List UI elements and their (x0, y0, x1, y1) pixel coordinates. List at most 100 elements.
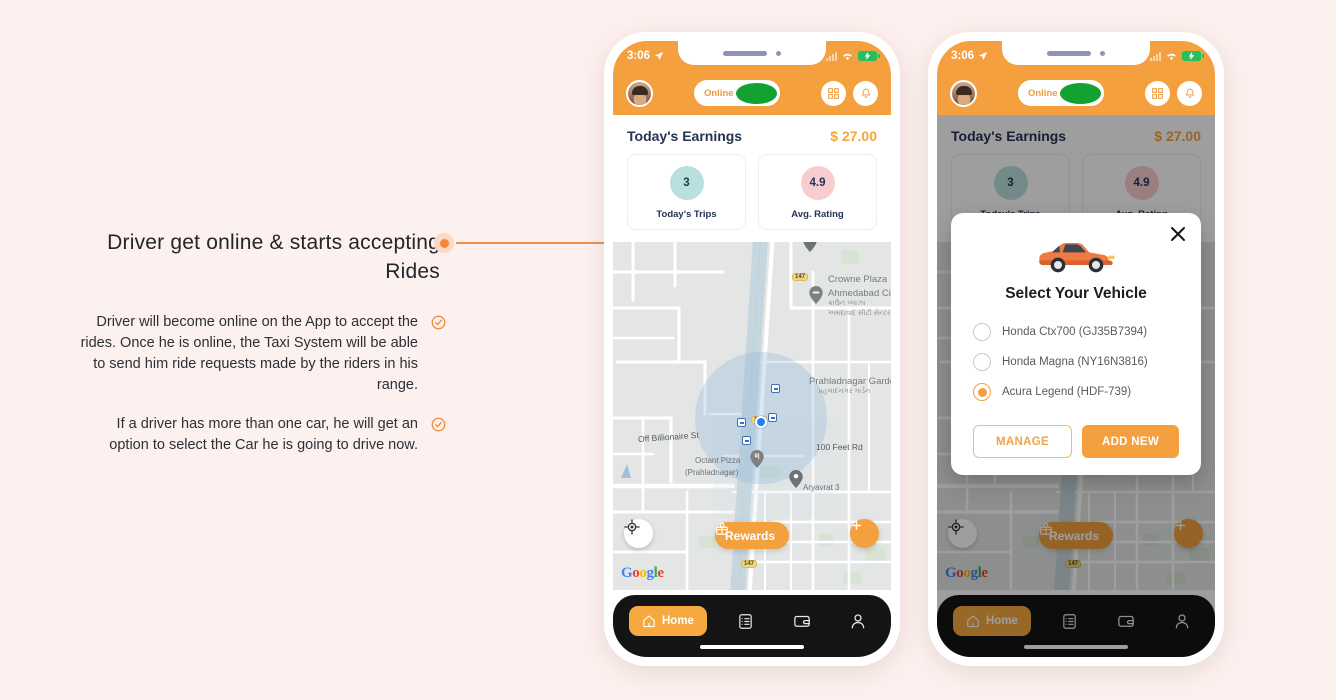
rewards-label: Rewards (724, 528, 776, 543)
person-icon (851, 614, 865, 629)
stat-value-trips: 3 (669, 166, 704, 200)
map-label-gujarati-3: પ્રહલાદનગર ગાર્ડન (818, 388, 871, 395)
wallet-icon (794, 615, 810, 627)
speaker-grille (723, 50, 767, 56)
rewards-button[interactable]: Rewards (714, 522, 790, 549)
annotation-bullet-1: Driver will become online on the App to … (80, 312, 446, 396)
map-pin-park (789, 470, 803, 488)
add-button[interactable] (850, 519, 879, 548)
poster-canvas: Driver get online & starts accepting Rid… (0, 0, 1336, 700)
status-time: 3:06 (951, 50, 975, 62)
nav-item-home[interactable]: Home (629, 606, 707, 636)
online-status-toggle[interactable]: Online (1018, 80, 1104, 106)
notifications-button[interactable] (1177, 80, 1202, 106)
orders-list-icon (739, 613, 753, 629)
online-status-toggle[interactable]: Online (694, 80, 780, 106)
vehicle-radio[interactable] (973, 353, 991, 371)
stats-row: 3 Today's Trips 4.9 Avg. Rating (613, 154, 891, 242)
notch (678, 41, 826, 65)
qr-code-button[interactable] (1145, 80, 1170, 106)
google-attribution: Google (621, 565, 664, 581)
battery-charging-icon (1182, 51, 1204, 61)
bell-icon (861, 88, 870, 98)
vehicle-label: Acura Legend (HDF-739) (1002, 386, 1132, 398)
map-view[interactable]: 147 147 147 Crowne Plaza Ahmedabad City … (613, 242, 891, 590)
signal-bars-icon (826, 51, 837, 61)
battery-charging-icon (858, 51, 880, 61)
status-bar: 3:06 (613, 41, 891, 71)
map-label-prahladnagar-garden: Prahladnagar Garden (809, 376, 891, 387)
modal-actions: MANAGE ADD NEW (951, 407, 1201, 458)
speaker-grille (1047, 50, 1091, 56)
manage-button[interactable]: MANAGE (973, 425, 1072, 458)
wifi-icon (843, 53, 852, 61)
phone-mockup-vehicle-modal: 3:06 Online Today's Earnings $ 27.00 3 4… (928, 32, 1224, 666)
notch (1002, 41, 1150, 65)
vehicle-option-row[interactable]: Honda Magna (NY16N3816) (951, 347, 1201, 377)
vehicle-radio-selected[interactable] (973, 383, 991, 401)
map-label-crowne-plaza: Crowne Plaza (828, 274, 888, 285)
modal-title: Select Your Vehicle (1005, 285, 1147, 302)
recenter-location-button[interactable] (624, 519, 653, 548)
status-bar-left: 3:06 (951, 50, 988, 62)
page-title: Driver get online & starts accepting Rid… (107, 231, 440, 283)
phone-screen: 3:06 Online (937, 41, 1215, 657)
nav-item-profile[interactable] (841, 606, 875, 636)
avatar[interactable] (626, 79, 653, 107)
location-arrow-icon (654, 51, 664, 61)
map-label-gujarati-2: અમદાવાદ સીટી સેન્ટર (828, 310, 891, 317)
online-label: Online (703, 87, 734, 99)
earnings-value: $ 27.00 (830, 128, 877, 144)
transit-stop-icon (742, 436, 751, 445)
wifi-icon (1167, 53, 1176, 61)
annotation-bullet-2-text: If a driver has more than one car, he wi… (109, 416, 418, 453)
signal-bars-icon (1150, 51, 1161, 61)
annotation-block: Driver get online & starts accepting Rid… (80, 228, 446, 456)
status-bar-left: 3:06 (627, 50, 664, 62)
front-camera (1100, 50, 1105, 56)
app-header: Online (937, 71, 1215, 115)
stat-label-rating: Avg. Rating (791, 209, 844, 220)
nav-label-home: Home (662, 615, 694, 627)
close-button[interactable] (1169, 225, 1187, 243)
stat-label-trips: Today's Trips (656, 209, 717, 220)
earnings-summary: Today's Earnings $ 27.00 (613, 115, 891, 154)
add-new-button[interactable]: ADD NEW (1082, 425, 1179, 458)
stat-card-rating[interactable]: 4.9 Avg. Rating (758, 154, 877, 230)
transit-stop-icon (737, 418, 746, 427)
plus-icon (852, 521, 861, 530)
notifications-button[interactable] (853, 80, 878, 106)
bell-icon (1185, 88, 1194, 98)
vehicle-option-row[interactable]: Acura Legend (HDF-739) (951, 377, 1201, 407)
check-circle-icon (431, 417, 446, 432)
online-indicator-dot (735, 82, 777, 104)
phone-mockup-home: 3:06 Online Today's Earnings $ 27.00 3 T… (604, 32, 900, 666)
qr-code-button[interactable] (821, 80, 846, 106)
check-circle-icon (431, 315, 446, 330)
stat-card-trips[interactable]: 3 Today's Trips (627, 154, 746, 230)
phone-screen: 3:06 Online (613, 41, 891, 657)
status-bar-right (1150, 51, 1204, 61)
annotation-bullet-2: If a driver has more than one car, he wi… (80, 414, 446, 456)
qr-code-icon (828, 87, 839, 99)
nav-item-wallet[interactable] (785, 606, 819, 636)
app-header: Online (613, 71, 891, 115)
nav-item-orders[interactable] (729, 606, 763, 636)
qr-code-icon (1152, 87, 1163, 99)
vehicle-option-row[interactable]: Honda Ctx700 (GJ35B7394) (951, 317, 1201, 347)
header-actions (821, 80, 878, 106)
annotation-bullet-1-text: Driver will become online on the App to … (80, 314, 418, 393)
header-actions (1145, 80, 1202, 106)
current-location-dot (755, 416, 767, 428)
highway-marker-147: 147 (741, 560, 758, 568)
map-label-gujarati-1: ક્રાઉન પ્લાઝા (828, 300, 866, 307)
online-indicator-dot (1059, 82, 1101, 104)
map-pin-hotel (809, 286, 823, 304)
connector-line (456, 242, 604, 244)
vehicle-radio[interactable] (973, 323, 991, 341)
stat-value-rating: 4.9 (800, 166, 835, 200)
transit-stop-icon (768, 413, 777, 422)
avatar[interactable] (950, 79, 977, 107)
highway-marker-147: 147 (792, 273, 809, 281)
select-vehicle-modal: Select Your Vehicle Honda Ctx700 (GJ35B7… (951, 213, 1201, 475)
